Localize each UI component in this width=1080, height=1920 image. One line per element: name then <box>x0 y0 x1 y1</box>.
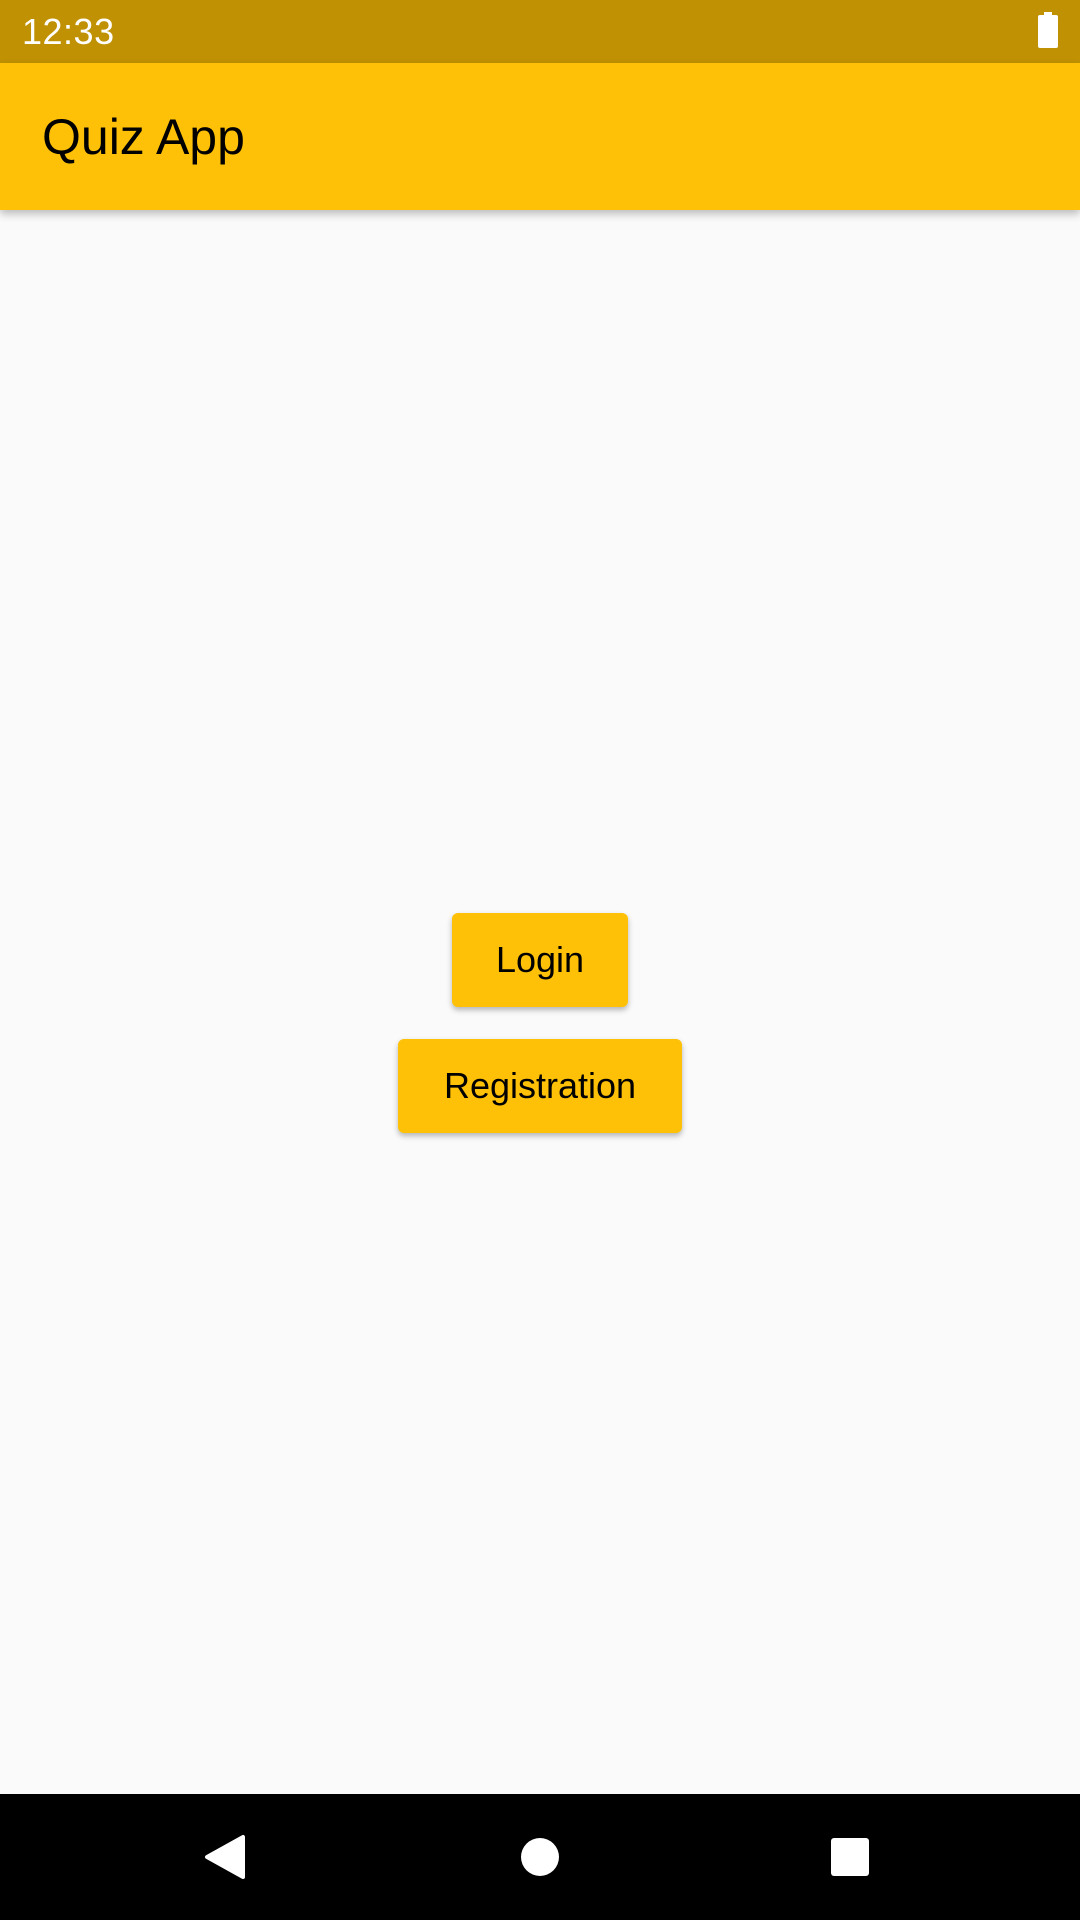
login-button[interactable]: Login <box>452 913 628 1007</box>
registration-button[interactable]: Registration <box>398 1039 682 1133</box>
navigation-bar <box>0 1794 1080 1920</box>
home-circle-icon <box>521 1838 559 1876</box>
recents-square-icon <box>831 1838 869 1876</box>
screen: 12:33 Quiz App Login Registration <box>0 0 1080 1920</box>
back-triangle-icon <box>205 1835 245 1879</box>
home-button[interactable] <box>505 1822 575 1892</box>
main-content: Login Registration <box>0 210 1080 1794</box>
app-title: Quiz App <box>42 109 245 165</box>
app-bar: Quiz App <box>0 63 1080 210</box>
status-time: 12:33 <box>22 11 115 52</box>
status-bar: 12:33 <box>0 0 1080 63</box>
battery-full-icon <box>1038 12 1058 48</box>
back-button[interactable] <box>190 1822 260 1892</box>
recents-button[interactable] <box>815 1822 885 1892</box>
